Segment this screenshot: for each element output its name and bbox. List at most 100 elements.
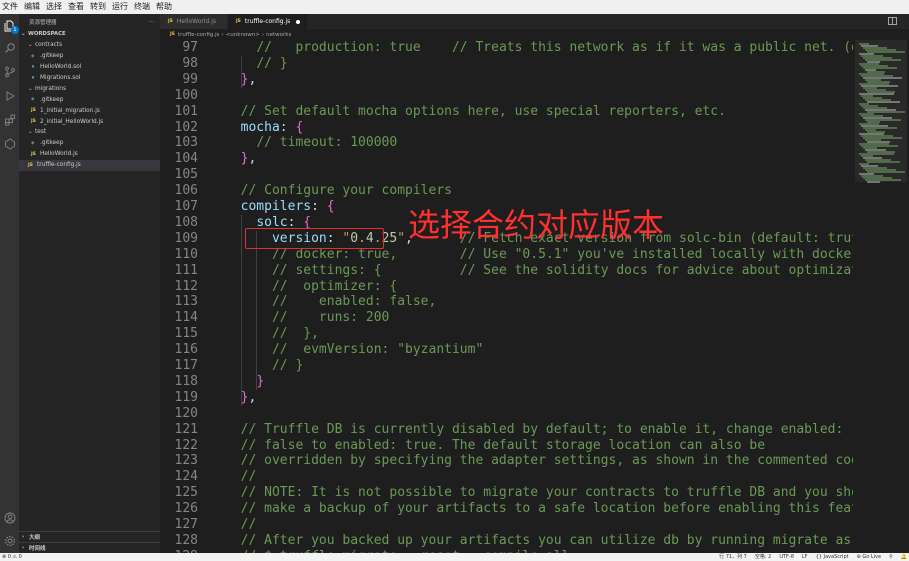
line-number: 107 <box>174 199 198 214</box>
run-debug-icon[interactable] <box>2 88 17 103</box>
menu-item[interactable]: 帮助 <box>156 0 172 14</box>
source-control-icon[interactable] <box>2 64 17 79</box>
breadcrumb: JS truffle-config.js › <unknown> › netwo… <box>160 29 909 40</box>
status-item[interactable]: {} JavaScript <box>816 553 849 561</box>
status-item[interactable]: ⚲ <box>889 553 893 561</box>
menu-item[interactable]: 选择 <box>46 0 62 14</box>
breadcrumb-file[interactable]: truffle-config.js <box>178 32 220 38</box>
js-file-icon: JS <box>236 19 241 24</box>
line-number: 97 <box>182 40 198 55</box>
tab-truffle-config[interactable]: JS truffle-config.js <box>228 14 307 29</box>
code-line: 97 // production: true // Treats this ne… <box>160 40 853 56</box>
code-line: 98 // } <box>160 56 853 72</box>
code-line: 112 // optimizer: { <box>160 279 853 295</box>
code-line: 101 // Set default mocha options here, u… <box>160 104 853 120</box>
line-number: 114 <box>174 310 198 326</box>
tree-file[interactable]: ♦ Migrations.sol <box>19 73 160 84</box>
menu-bar: 文件 编辑 选择 查看 转到 运行 终端 帮助 <box>0 0 909 14</box>
status-item[interactable]: ⊛ Go Live <box>857 553 882 561</box>
tree-file[interactable]: ♦ HelloWorld.sol <box>19 62 160 73</box>
line-number: 99 <box>182 71 198 87</box>
extensions-icon[interactable] <box>2 112 17 127</box>
tree-file[interactable]: ◆ .gitkeep <box>19 138 160 149</box>
status-item[interactable]: UTF-8 <box>779 553 794 561</box>
outline-section[interactable]: › 大纲 <box>19 531 160 541</box>
status-item[interactable]: 行 71，列 7 <box>719 553 747 561</box>
account-icon[interactable] <box>2 510 17 525</box>
unsaved-dot-icon[interactable] <box>296 19 301 24</box>
tree-label: .gitkeep <box>40 53 64 60</box>
code-line: 113 // enabled: false, <box>160 294 853 310</box>
tree-label: test <box>35 129 47 136</box>
status-item[interactable]: 空格: 2 <box>755 553 771 561</box>
line-number: 113 <box>174 294 198 310</box>
line-content: // After you backed up your artifacts yo… <box>240 532 852 548</box>
code-editor[interactable]: 97 // production: true // Treats this ne… <box>160 40 853 553</box>
status-item[interactable]: LF <box>802 553 808 561</box>
line-number: 123 <box>174 453 198 469</box>
file-tree: ⌄ contracts ◆ .gitkeep ♦ HelloWorld.sol ♦ Migra… <box>19 40 160 171</box>
line-number: 128 <box>174 532 198 548</box>
code-line: 118 } <box>160 374 853 390</box>
line-number: 98 <box>182 55 198 71</box>
tree-folder[interactable]: ⌄ migrations <box>19 83 160 94</box>
minimap[interactable] <box>853 40 909 553</box>
indent-guide <box>240 214 242 406</box>
line-number: 108 <box>174 214 198 230</box>
tree-file[interactable]: JS 2_initial_HelloWorld.js <box>19 116 160 127</box>
timeline-label: 时间线 <box>29 545 46 552</box>
workspace-section[interactable]: ⌄ WORDSPACE <box>19 29 160 40</box>
menu-item[interactable]: 终端 <box>134 0 150 14</box>
tree-folder[interactable]: ⌄ contracts <box>19 40 160 51</box>
breadcrumb-property[interactable]: networks <box>266 32 291 38</box>
menu-item[interactable]: 转到 <box>90 0 106 14</box>
tree-file[interactable]: JS 1_initial_migration.js <box>19 105 160 116</box>
explorer-title: 资源管理器 <box>29 19 57 26</box>
minimap-line <box>867 181 880 183</box>
more-actions-button[interactable]: ··· <box>149 19 154 25</box>
line-content: // <box>240 469 257 485</box>
files-icon[interactable]: 1 <box>2 18 19 34</box>
tree-file[interactable]: ◆ .gitkeep <box>19 94 160 105</box>
settings-gear-icon[interactable] <box>2 533 17 548</box>
tree-file[interactable]: JS HelloWorld.js <box>19 149 160 160</box>
line-content: // }, <box>271 326 319 342</box>
line-number: 122 <box>174 437 198 453</box>
menu-item[interactable]: 运行 <box>112 0 128 14</box>
chevron-down-icon: ⌄ <box>28 129 33 136</box>
split-editor-icon[interactable] <box>888 17 897 25</box>
menu-item[interactable]: 查看 <box>68 0 84 14</box>
search-icon[interactable] <box>2 40 17 55</box>
menu-item[interactable]: 文件 <box>2 0 18 14</box>
menu-item[interactable]: 编辑 <box>24 0 40 14</box>
tree-file[interactable]: JS truffle-config.js <box>19 159 160 171</box>
line-content: // settings: { // See the solidity docs … <box>271 262 853 278</box>
tree-label: HelloWorld.js <box>40 151 78 158</box>
code-line: 125 // NOTE: It is not possible to migra… <box>160 485 853 501</box>
code-line: 119 }, <box>160 390 853 406</box>
line-number: 112 <box>174 278 198 294</box>
line-number: 119 <box>174 389 198 405</box>
line-number: 111 <box>174 262 198 278</box>
activity-bar: 1 <box>0 14 19 553</box>
breadcrumb-symbol[interactable]: <unknown> <box>226 32 260 38</box>
code-line: 103 // timeout: 100000 <box>160 135 853 151</box>
editor-tabs: JS HelloWorld.js JS truffle-config.js <box>160 14 909 29</box>
problems-status[interactable]: ⊗ 0 ⚠ 0 <box>2 553 22 561</box>
tab-helloworld[interactable]: JS HelloWorld.js <box>160 14 227 29</box>
line-content: // NOTE: It is not possible to migrate y… <box>240 485 853 501</box>
line-number: 100 <box>174 87 198 103</box>
tree-folder[interactable]: ⌄ test <box>19 127 160 138</box>
remote-icon[interactable] <box>2 136 17 151</box>
explorer-header: 资源管理器 ··· <box>19 14 160 29</box>
code-line: 110 // docker: true, // Use "0.5.1" you'… <box>160 247 853 263</box>
code-line: 105 <box>160 167 853 183</box>
tree-file[interactable]: ◆ .gitkeep <box>19 51 160 62</box>
line-content: // docker: true, // Use "0.5.1" you've i… <box>271 246 853 262</box>
status-item[interactable]: 🔔 <box>901 553 907 561</box>
timeline-section[interactable]: › 时间线 <box>19 542 160 552</box>
line-content: // runs: 200 <box>271 310 390 326</box>
code-line: 99 }, <box>160 72 853 88</box>
code-line: 124 // <box>160 469 853 485</box>
gitkeep-file-icon: ◆ <box>31 140 35 146</box>
